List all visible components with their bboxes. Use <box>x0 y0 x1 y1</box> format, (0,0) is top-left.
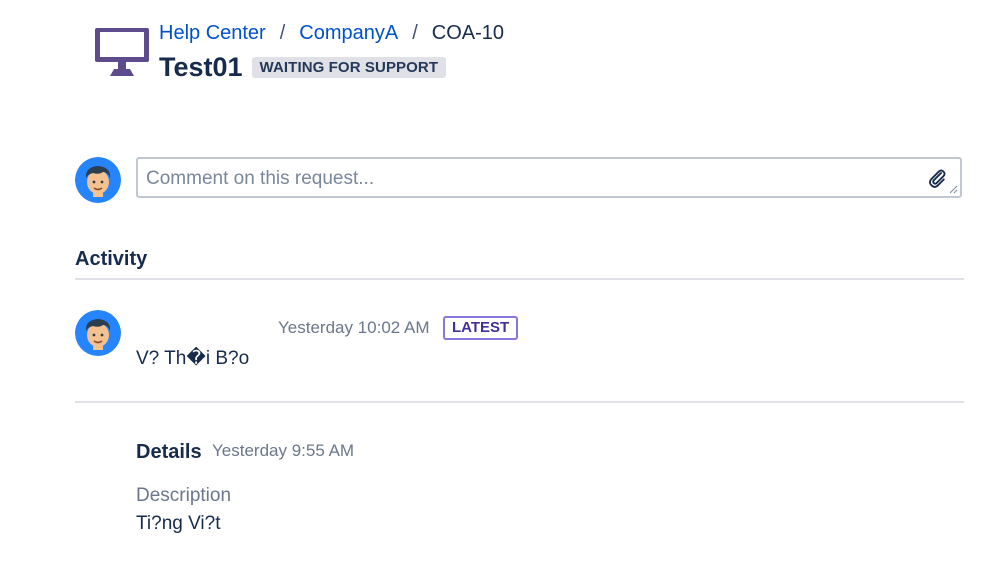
details-heading: Details <box>136 441 202 463</box>
activity-heading: Activity <box>75 248 148 270</box>
activity-comment-text: V? Th�i B?o <box>136 348 250 369</box>
request-header: Test01 WAITING FOR SUPPORT <box>159 52 447 83</box>
latest-badge: LATEST <box>443 316 519 340</box>
details-timestamp: Yesterday 9:55 AM <box>212 441 355 460</box>
breadcrumb-company-link[interactable]: CompanyA <box>299 22 398 45</box>
breadcrumb-current-request: COA-10 <box>431 21 505 44</box>
paperclip-icon[interactable] <box>926 167 948 189</box>
breadcrumb-separator: / <box>279 21 286 44</box>
desktop-monitor-icon <box>95 28 149 76</box>
avatar <box>75 157 121 203</box>
user-avatar-icon <box>75 310 121 356</box>
description-value: Ti?ng Vi?t <box>136 513 221 534</box>
comment-input[interactable] <box>146 168 916 190</box>
breadcrumb: Help Center / CompanyA / COA-10 <box>159 20 504 46</box>
breadcrumb-separator: / <box>412 21 418 44</box>
breadcrumb-help-center-link[interactable]: Help Center <box>159 22 266 45</box>
avatar <box>75 310 121 356</box>
divider <box>75 401 964 403</box>
user-avatar-icon <box>75 157 121 203</box>
activity-timestamp: Yesterday 10:02 AM <box>278 318 430 337</box>
comment-box <box>136 157 962 198</box>
divider <box>75 278 964 280</box>
page-title: Test01 <box>159 52 243 82</box>
description-label: Description <box>136 485 232 506</box>
status-badge: WAITING FOR SUPPORT <box>251 57 447 78</box>
resize-handle-icon[interactable] <box>949 185 958 194</box>
